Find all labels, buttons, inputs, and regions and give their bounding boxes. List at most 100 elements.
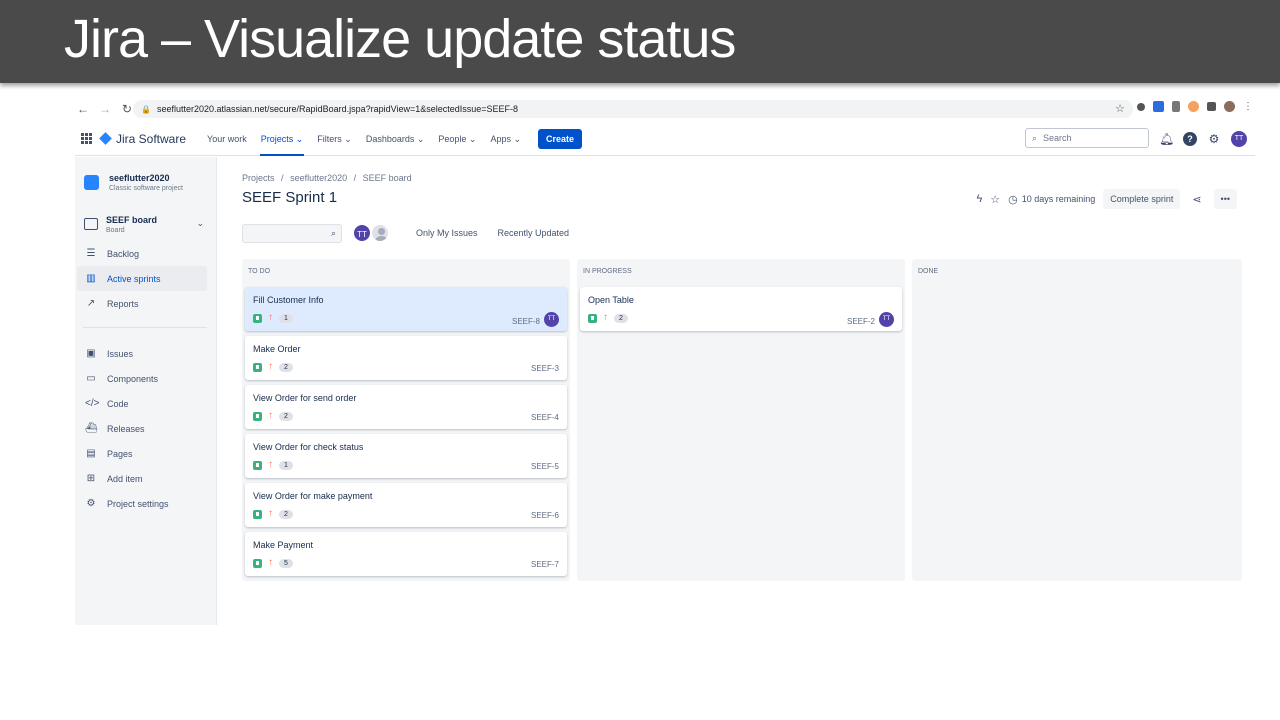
sidebar-item-pages[interactable]: ▤ Pages xyxy=(77,441,207,466)
project-avatar-icon xyxy=(84,175,99,190)
only-my-issues-filter[interactable]: Only My Issues xyxy=(408,224,486,242)
extension-icon[interactable] xyxy=(1153,101,1164,112)
issue-card[interactable]: Make Payment ↑ 5 SEEF-7 xyxy=(245,532,567,576)
issue-card[interactable]: View Order for send order ↑ 2 SEEF-4 xyxy=(245,385,567,429)
more-actions-button[interactable]: ••• xyxy=(1213,189,1237,209)
nav-dashboards[interactable]: Dashboards ⌄ xyxy=(359,122,432,156)
user-avatar[interactable]: TT xyxy=(1231,131,1247,147)
board-icon xyxy=(84,218,98,230)
slide-title-bar: Jira – Visualize update status xyxy=(0,0,1280,83)
nav-people[interactable]: People ⌄ xyxy=(431,122,483,156)
story-icon xyxy=(253,460,262,470)
pages-icon: ▤ xyxy=(86,447,96,459)
address-bar[interactable]: 🔒 seeflutter2020.atlassian.net/secure/Ra… xyxy=(133,100,1133,118)
jira-logo[interactable]: Jira Software xyxy=(99,132,186,146)
project-name: seeflutter2020 xyxy=(109,173,170,183)
nav-your-work[interactable]: Your work xyxy=(200,122,254,156)
sidebar-item-label: Backlog xyxy=(107,248,140,259)
sidebar-item-label: Components xyxy=(107,373,159,384)
settings-gear-icon[interactable]: ⚙ xyxy=(1207,132,1221,146)
create-button[interactable]: Create xyxy=(538,128,583,149)
browser-menu-icon[interactable]: ⋮ xyxy=(1243,101,1253,112)
sidebar-item-reports[interactable]: ↗ Reports xyxy=(77,291,207,316)
unassigned-avatar-icon[interactable] xyxy=(370,223,390,243)
story-icon xyxy=(253,411,262,421)
story-points-badge: 1 xyxy=(279,313,293,323)
search-input[interactable]: ⌕ Search xyxy=(1025,128,1149,148)
notifications-icon[interactable]: 🔔︎ xyxy=(1159,132,1174,146)
sprint-toolbar: ϟ ☆ ◷ 10 days remaining Complete sprint … xyxy=(976,189,1237,209)
star-icon[interactable]: ☆ xyxy=(990,193,1000,206)
issue-key: SEEF-3 xyxy=(530,364,559,373)
card-title: View Order for send order xyxy=(253,393,357,403)
assignee-filter: TT xyxy=(352,223,390,243)
puzzle-icon[interactable] xyxy=(1207,102,1216,111)
board-search-input[interactable]: ⌕ xyxy=(242,223,342,243)
issue-card[interactable]: View Order for make payment ↑ 2 SEEF-6 xyxy=(245,483,567,527)
story-points-badge: 2 xyxy=(614,313,628,323)
extension-icon[interactable] xyxy=(1137,102,1145,111)
nav-filters[interactable]: Filters ⌄ xyxy=(310,122,359,156)
page-title: SEEF Sprint 1 xyxy=(242,189,338,206)
issue-key: SEEF-4 xyxy=(530,413,559,422)
story-icon xyxy=(588,313,597,323)
board-selector[interactable]: SEEF board Board ⌄ xyxy=(84,215,208,234)
nav-projects[interactable]: Projects ⌄ xyxy=(254,122,311,156)
back-icon[interactable]: ← xyxy=(75,102,91,116)
extension-icon[interactable] xyxy=(1188,101,1199,112)
sidebar-item-add-item[interactable]: ⊞ Add item xyxy=(77,466,207,491)
priority-high-icon: ↑ xyxy=(268,459,273,470)
sidebar-item-issues[interactable]: ▣ Issues xyxy=(77,341,207,366)
recently-updated-filter[interactable]: Recently Updated xyxy=(490,224,578,242)
board-subtitle: Board xyxy=(106,227,125,234)
reports-icon: ↗ xyxy=(86,297,96,309)
profile-icon[interactable] xyxy=(1224,101,1235,112)
breadcrumb-board[interactable]: SEEF board xyxy=(363,173,412,183)
issue-key: SEEF-5 xyxy=(530,462,559,471)
project-header[interactable]: seeflutter2020 Classic software project xyxy=(84,173,183,192)
board-main: Projects / seeflutter2020 / SEEF board S… xyxy=(218,157,1255,625)
sidebar-item-label: Add item xyxy=(107,473,143,484)
assignee-avatar: TT xyxy=(544,312,559,327)
issue-key: SEEF-6 xyxy=(530,511,559,520)
story-points-badge: 2 xyxy=(279,362,293,372)
app-switcher-icon[interactable] xyxy=(81,132,93,145)
card-title: Make Payment xyxy=(253,540,314,550)
backlog-icon: ☰ xyxy=(86,247,96,259)
help-icon[interactable]: ? xyxy=(1183,132,1197,146)
priority-high-icon: ↑ xyxy=(268,410,273,421)
sidebar-item-active-sprints[interactable]: ▥ Active sprints xyxy=(77,266,207,291)
card-title: Open Table xyxy=(588,295,634,305)
code-icon: </> xyxy=(85,397,100,409)
sidebar-item-project-settings[interactable]: ⚙ Project settings xyxy=(77,491,207,516)
slide-title: Jira – Visualize update status xyxy=(64,9,736,69)
project-type: Classic software project xyxy=(109,185,183,192)
avatar[interactable]: TT xyxy=(352,223,372,243)
lightning-icon[interactable]: ϟ xyxy=(976,193,982,205)
complete-sprint-button[interactable]: Complete sprint xyxy=(1103,189,1181,209)
issue-card[interactable]: View Order for check status ↑ 1 SEEF-5 xyxy=(245,434,567,478)
sidebar-item-releases[interactable]: ⛴ Releases xyxy=(77,416,207,441)
breadcrumb-project[interactable]: seeflutter2020 xyxy=(290,173,347,183)
breadcrumb-separator: / xyxy=(353,173,357,183)
priority-high-icon: ↑ xyxy=(268,361,273,372)
sidebar-item-components[interactable]: ▭ Components xyxy=(77,366,207,391)
chevron-down-icon: ⌄ xyxy=(196,218,204,228)
releases-icon: ⛴ xyxy=(85,422,98,434)
issue-key: SEEF-2 xyxy=(846,316,875,326)
issue-card[interactable]: Open Table ↑ 2 SEEF-2 TT xyxy=(580,287,902,331)
issue-card[interactable]: Make Order ↑ 2 SEEF-3 xyxy=(245,336,567,380)
days-remaining: 10 days remaining xyxy=(1021,194,1096,204)
bookmark-star-icon[interactable]: ☆ xyxy=(1115,102,1125,115)
sidebar-item-backlog[interactable]: ☰ Backlog xyxy=(77,241,207,266)
sidebar-item-code[interactable]: </> Code xyxy=(77,391,207,416)
forward-icon[interactable]: → xyxy=(97,102,113,116)
extension-icons: ⋮ xyxy=(1137,101,1253,112)
nav-apps[interactable]: Apps ⌄ xyxy=(483,122,528,156)
share-icon[interactable]: ⋖ xyxy=(1192,193,1201,206)
story-icon xyxy=(253,509,262,519)
breadcrumb-projects[interactable]: Projects xyxy=(242,173,275,183)
issue-card[interactable]: Fill Customer Info ↑ 1 SEEF-8 TT xyxy=(245,287,567,331)
issue-key: SEEF-7 xyxy=(530,560,559,569)
extension-icon[interactable] xyxy=(1172,101,1180,112)
